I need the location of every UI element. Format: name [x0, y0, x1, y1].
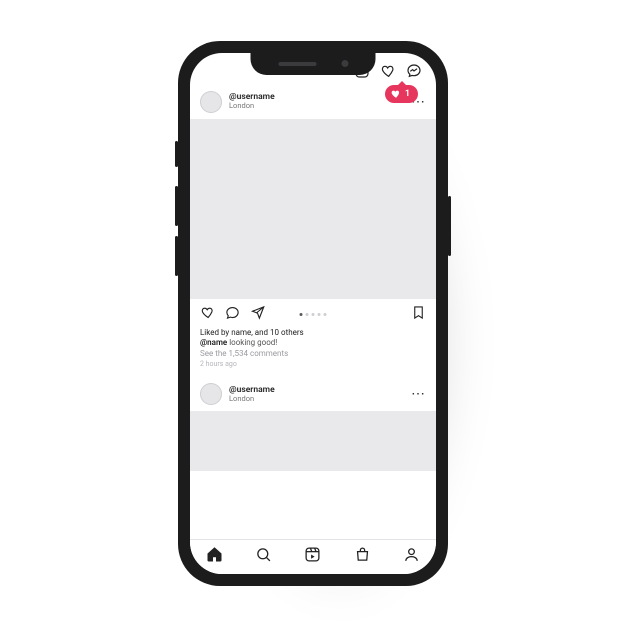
avatar[interactable] — [200, 383, 222, 405]
more-options-icon[interactable]: ⋯ — [411, 387, 426, 401]
nav-home[interactable] — [206, 546, 223, 567]
side-button-mute — [175, 141, 178, 167]
post-image[interactable] — [190, 119, 436, 299]
like-button[interactable] — [200, 305, 215, 324]
phone-frame: 1 @username London ⋯ — [178, 41, 448, 586]
view-comments[interactable]: See the 1,534 comments — [200, 349, 426, 360]
post-image[interactable] — [190, 411, 436, 471]
comment-button[interactable] — [225, 305, 240, 324]
nav-reels[interactable] — [304, 546, 321, 567]
like-notification-count: 1 — [405, 89, 410, 99]
avatar[interactable] — [200, 91, 222, 113]
nav-shop[interactable] — [354, 546, 371, 567]
nav-profile[interactable] — [403, 546, 420, 567]
share-button[interactable] — [250, 305, 265, 324]
post-meta: Liked by name, and 10 others @name looki… — [190, 326, 436, 378]
heart-filled-icon — [391, 89, 401, 99]
feed: 1 @username London ⋯ — [190, 53, 436, 574]
caption-user[interactable]: @name — [200, 338, 227, 347]
timestamp: 2 hours ago — [200, 360, 426, 369]
side-button-vol-up — [175, 186, 178, 226]
nav-search[interactable] — [255, 546, 272, 567]
notch — [251, 53, 376, 75]
location[interactable]: London — [229, 102, 275, 110]
caption: @name looking good! — [200, 338, 426, 349]
speaker — [278, 62, 316, 66]
side-button-vol-down — [175, 236, 178, 276]
side-button-power — [448, 196, 451, 256]
like-notification-bubble[interactable]: 1 — [385, 85, 418, 103]
messenger-icon[interactable] — [406, 63, 422, 83]
location[interactable]: London — [229, 395, 275, 403]
save-button[interactable] — [411, 305, 426, 324]
post-actions — [190, 299, 436, 326]
screen: 1 @username London ⋯ — [190, 53, 436, 574]
bottom-nav — [190, 539, 436, 574]
liked-by-line[interactable]: Liked by name, and 10 others — [200, 328, 426, 339]
carousel-indicator — [300, 313, 327, 316]
caption-text: looking good! — [227, 338, 277, 347]
front-camera — [341, 60, 348, 67]
post-header: @username London ⋯ — [190, 377, 436, 411]
heart-outline-icon[interactable] — [380, 63, 396, 83]
